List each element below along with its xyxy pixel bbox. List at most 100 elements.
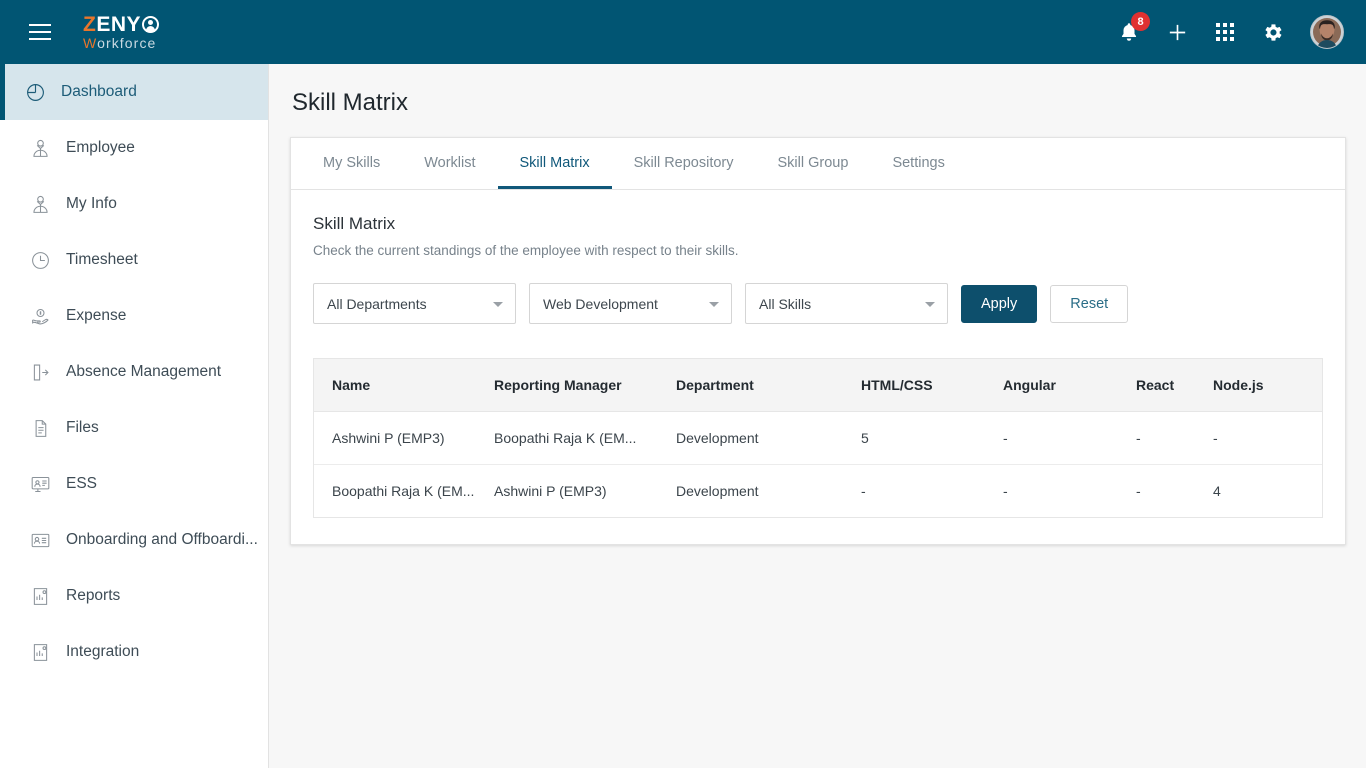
- sidebar-item-label: Employee: [66, 139, 135, 156]
- logo-letters-orkforce: orkforce: [97, 35, 157, 51]
- section-title: Skill Matrix: [313, 214, 396, 233]
- column-header-name: Name: [314, 359, 494, 412]
- notification-badge: 8: [1131, 12, 1150, 31]
- cell-name-text: Ashwini P (EMP3): [332, 429, 445, 446]
- table-header-row: Name Reporting Manager Department HTML/C…: [314, 359, 1322, 412]
- chevron-down-icon: [709, 301, 719, 307]
- sidebar-item-label: Expense: [66, 307, 127, 324]
- notifications-button[interactable]: 8: [1118, 12, 1150, 43]
- skill-select-value: All Skills: [759, 295, 812, 312]
- tab-settings[interactable]: Settings: [870, 138, 966, 189]
- gear-icon: [1265, 23, 1282, 41]
- cell-react: -: [1136, 482, 1141, 499]
- file-icon: [28, 416, 52, 440]
- sidebar-item-integration[interactable]: Integration: [0, 624, 268, 680]
- cell-nodejs: 4: [1213, 482, 1221, 499]
- table-row[interactable]: Boopathi Raja K (EM... Ashwini P (EMP3) …: [314, 464, 1322, 517]
- sidebar-item-label: Integration: [66, 643, 140, 660]
- sidebar-item-timesheet[interactable]: Timesheet: [0, 232, 268, 288]
- door-exit-icon: [28, 360, 52, 384]
- apply-button[interactable]: Apply: [961, 284, 1038, 323]
- skill-group-select[interactable]: Web Development: [529, 283, 732, 324]
- sidebar-item-label: Reports: [66, 587, 121, 604]
- reset-button[interactable]: Reset: [1050, 284, 1129, 323]
- sidebar-item-onboarding-offboarding[interactable]: Onboarding and Offboardi...: [0, 512, 268, 568]
- tab-skill-group[interactable]: Skill Group: [756, 138, 871, 189]
- top-bar: Z ENY Workforce 8: [0, 0, 1366, 64]
- report-icon: [28, 584, 52, 608]
- column-header-department: Department: [676, 359, 861, 412]
- sidebar-item-label: Absence Management: [66, 363, 222, 380]
- logo-letters-eny: ENY: [96, 13, 142, 36]
- app-logo[interactable]: Z ENY Workforce: [83, 13, 160, 50]
- logo-letter-w: W: [83, 35, 98, 51]
- sidebar-item-employee[interactable]: Employee: [0, 120, 268, 176]
- tab-my-skills[interactable]: My Skills: [301, 138, 402, 189]
- avatar-photo-icon: [1311, 16, 1343, 48]
- id-card-icon: [28, 528, 52, 552]
- cell-angular: -: [1003, 411, 1136, 465]
- clock-icon: [28, 248, 52, 272]
- sidebar-item-absence-management[interactable]: Absence Management: [0, 344, 268, 400]
- grid-apps-icon: [1216, 23, 1234, 41]
- department-select-value: All Departments: [327, 295, 427, 312]
- sidebar-item-files[interactable]: Files: [0, 400, 268, 456]
- tab-worklist[interactable]: Worklist: [402, 138, 497, 189]
- sidebar-item-label: My Info: [66, 195, 117, 212]
- section-subtitle: Check the current standings of the emplo…: [313, 243, 739, 258]
- logo-person-circle-icon: [142, 16, 160, 33]
- sidebar-item-label: Timesheet: [66, 251, 138, 268]
- tab-bar: My Skills Worklist Skill Matrix Skill Re…: [291, 138, 1345, 190]
- sidebar-item-reports[interactable]: Reports: [0, 568, 268, 624]
- chevron-down-icon: [493, 301, 503, 307]
- card-body: Skill Matrix Check the current standings…: [291, 190, 1345, 544]
- topbar-actions: 8: [1118, 12, 1344, 49]
- skill-matrix-table: Name Reporting Manager Department HTML/C…: [313, 358, 1323, 518]
- main-content: Skill Matrix My Skills Worklist Skill Ma…: [269, 64, 1366, 768]
- sidebar-item-label: Dashboard: [61, 83, 137, 100]
- hamburger-icon[interactable]: [29, 24, 51, 40]
- cell-department: Development: [676, 411, 861, 465]
- apps-button[interactable]: [1215, 22, 1235, 42]
- tab-skill-matrix[interactable]: Skill Matrix: [497, 138, 612, 189]
- cell-name: Boopathi Raja K (EM...: [314, 464, 494, 517]
- sidebar-item-ess[interactable]: ESS: [0, 456, 268, 512]
- table-row[interactable]: Ashwini P (EMP3) Boopathi Raja K (EM... …: [314, 411, 1322, 465]
- skill-group-select-value: Web Development: [543, 295, 658, 312]
- employee-icon: [28, 136, 52, 160]
- cell-nodejs: -: [1213, 411, 1322, 465]
- column-header-react: React: [1136, 359, 1213, 412]
- cell-react: -: [1136, 411, 1213, 465]
- logo-secondary: Workforce: [83, 36, 159, 50]
- pie-chart-icon: [23, 80, 47, 104]
- sidebar-item-my-info[interactable]: My Info: [0, 176, 268, 232]
- plus-icon: [1169, 24, 1186, 40]
- sidebar-item-expense[interactable]: Expense: [0, 288, 268, 344]
- logo-primary: Z ENY: [83, 13, 160, 36]
- tab-skill-repository[interactable]: Skill Repository: [612, 138, 756, 189]
- skill-select[interactable]: All Skills: [745, 283, 948, 324]
- add-button[interactable]: [1166, 21, 1189, 44]
- cell-manager-text: Boopathi Raja K (EM...: [494, 429, 637, 446]
- cell-name-text: Boopathi Raja K (EM...: [332, 482, 475, 499]
- sidebar-item-dashboard[interactable]: Dashboard: [0, 64, 268, 120]
- user-info-icon: [28, 192, 52, 216]
- cell-reporting-manager: Ashwini P (EMP3): [494, 464, 676, 517]
- page-title: Skill Matrix: [292, 89, 409, 116]
- filter-bar: All Departments Web Development All Skil…: [313, 283, 1323, 324]
- cell-html-css: 5: [861, 411, 1003, 465]
- skill-matrix-card: My Skills Worklist Skill Matrix Skill Re…: [290, 137, 1346, 545]
- cell-reporting-manager: Boopathi Raja K (EM...: [494, 411, 676, 465]
- sidebar-item-label: Onboarding and Offboardi...: [66, 531, 258, 548]
- sidebar: Dashboard Employee My Info Timesheet Exp…: [0, 64, 269, 768]
- column-header-html-css: HTML/CSS: [861, 359, 1003, 412]
- avatar[interactable]: [1310, 15, 1344, 49]
- cell-angular: -: [1003, 482, 1008, 499]
- department-select[interactable]: All Departments: [313, 283, 516, 324]
- settings-button[interactable]: [1261, 21, 1284, 44]
- cell-department: Development: [676, 482, 759, 499]
- chevron-down-icon: [925, 301, 935, 307]
- monitor-user-icon: [28, 472, 52, 496]
- cell-manager-text: Ashwini P (EMP3): [494, 482, 607, 499]
- column-header-angular: Angular: [1003, 359, 1136, 412]
